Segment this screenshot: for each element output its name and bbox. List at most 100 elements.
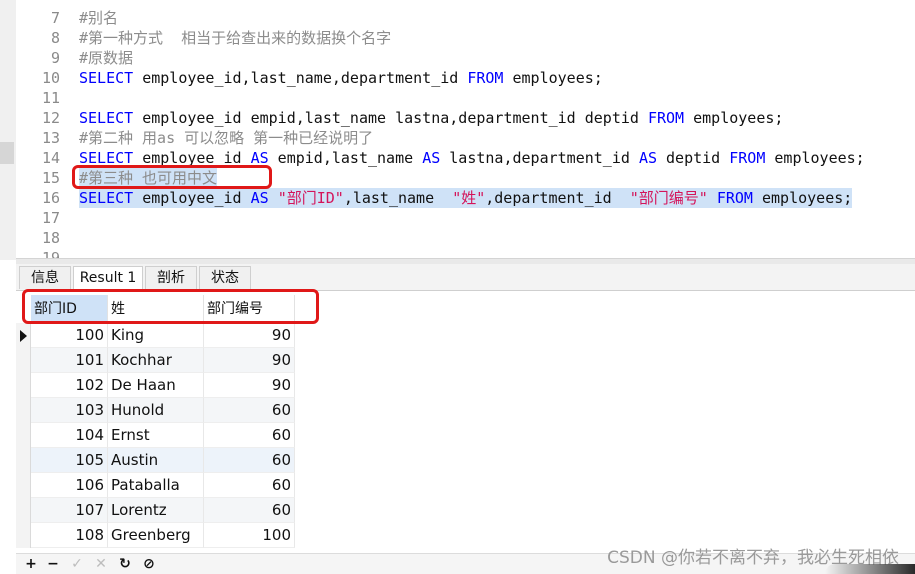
code-text: #第二种 用as 可以忽略 第一种已经说明了 <box>79 128 373 148</box>
table-row[interactable]: 103 Hunold 60 <box>16 398 316 423</box>
table-row[interactable]: 102 De Haan 90 <box>16 373 316 398</box>
line-number: 8 <box>50 29 60 47</box>
row-header[interactable] <box>16 373 31 398</box>
code-line[interactable]: 11 <box>0 88 915 108</box>
code-line[interactable]: 16 SELECT employee_id AS "部门ID",last_name… <box>0 188 915 208</box>
code-line[interactable]: 13 #第二种 用as 可以忽略 第一种已经说明了 <box>0 128 915 148</box>
code-text: SELECT employee_id AS empid,last_name AS… <box>79 148 865 168</box>
code-text: SELECT employee_id AS "部门ID",last_name "… <box>79 188 853 208</box>
keyword-token: AS <box>638 149 657 167</box>
cell-dept-number[interactable]: 60 <box>204 498 295 523</box>
cell-surname[interactable]: Austin <box>108 448 204 473</box>
code-line[interactable]: 10 SELECT employee_id,last_name,departmen… <box>0 68 915 88</box>
add-record-button[interactable]: + <box>22 556 40 573</box>
identifier-token: ,last_name <box>343 189 453 207</box>
cell-dept-number[interactable]: 60 <box>204 423 295 448</box>
code-line[interactable]: 9 #原数据 <box>0 48 915 68</box>
cell-dept-id[interactable]: 103 <box>31 398 108 423</box>
code-line[interactable]: 17 <box>0 208 915 228</box>
table-row[interactable]: 105 Austin 60 <box>16 448 316 473</box>
cell-dept-number[interactable]: 90 <box>204 348 295 373</box>
cell-dept-id[interactable]: 108 <box>31 523 108 548</box>
refresh-button[interactable]: ↻ <box>116 556 134 573</box>
keyword-token: FROM <box>647 109 685 127</box>
cell-surname[interactable]: De Haan <box>108 373 204 398</box>
cell-dept-number[interactable]: 90 <box>204 323 295 348</box>
tab-result-1[interactable]: Result 1 <box>73 266 143 291</box>
cell-dept-number[interactable]: 90 <box>204 373 295 398</box>
cell-dept-number[interactable]: 100 <box>204 523 295 548</box>
column-header-dept-id[interactable]: 部门ID <box>31 295 108 323</box>
cell-dept-id[interactable]: 107 <box>31 498 108 523</box>
column-header-dept-number[interactable]: 部门编号 <box>204 295 295 323</box>
tab-status[interactable]: 状态 <box>199 266 251 289</box>
code-line[interactable]: 15 #第三种 也可用中文 <box>0 168 915 188</box>
code-text: SELECT employee_id,last_name,department_… <box>79 68 603 88</box>
cell-dept-number[interactable]: 60 <box>204 398 295 423</box>
cell-surname[interactable]: Kochhar <box>108 348 204 373</box>
line-number: 9 <box>50 49 60 67</box>
cell-dept-number[interactable]: 60 <box>204 473 295 498</box>
identifier-token: employee_id <box>133 149 251 167</box>
identifier-token: employee_id <box>133 189 251 207</box>
code-line[interactable]: 14 SELECT employee_id AS empid,last_name … <box>0 148 915 168</box>
cell-surname[interactable]: King <box>108 323 204 348</box>
keyword-token: FROM <box>467 69 504 87</box>
code-text: SELECT employee_id empid,last_name lastn… <box>79 108 783 128</box>
row-header[interactable] <box>16 523 31 548</box>
code-line[interactable]: 7 #别名 <box>0 8 915 28</box>
code-text: #原数据 <box>79 48 133 68</box>
row-header[interactable] <box>16 423 31 448</box>
cell-dept-id[interactable]: 100 <box>31 323 108 348</box>
cell-surname[interactable]: Lorentz <box>108 498 204 523</box>
row-header[interactable] <box>16 323 31 348</box>
discard-changes-button[interactable]: ✕ <box>92 556 110 573</box>
cell-dept-id[interactable]: 101 <box>31 348 108 373</box>
sql-editor[interactable]: 7 #别名 8 #第一种方式 相当于给查出来的数据换个名字 9 #原数据 10 SELECT … <box>0 0 915 260</box>
identifier-token <box>708 189 717 207</box>
cell-surname[interactable]: Pataballa <box>108 473 204 498</box>
cell-dept-number[interactable]: 60 <box>204 448 295 473</box>
cell-dept-id[interactable]: 104 <box>31 423 108 448</box>
table-row[interactable]: 106 Pataballa 60 <box>16 473 316 498</box>
code-line[interactable]: 12 SELECT employee_id empid,last_name las… <box>0 108 915 128</box>
row-header[interactable] <box>16 498 31 523</box>
identifier-token: employees; <box>503 69 603 87</box>
string-token: "部门编号" <box>629 189 708 207</box>
table-row[interactable]: 104 Ernst 60 <box>16 423 316 448</box>
tab-info[interactable]: 信息 <box>19 266 71 289</box>
tab-profile[interactable]: 剖析 <box>145 266 197 289</box>
apply-changes-button[interactable]: ✓ <box>68 556 86 573</box>
row-header[interactable] <box>16 398 31 423</box>
stop-button[interactable]: ⊘ <box>140 556 158 573</box>
keyword-token: AS <box>250 149 269 167</box>
comment-token: #原数据 <box>79 49 134 67</box>
keyword-token: SELECT <box>79 189 134 207</box>
table-row[interactable]: 108 Greenberg 100 <box>16 523 316 548</box>
cell-surname[interactable]: Ernst <box>108 423 204 448</box>
identifier-token <box>269 189 278 207</box>
grid-header: 部门ID 姓 部门编号 <box>16 295 316 323</box>
cell-surname[interactable]: Hunold <box>108 398 204 423</box>
row-header[interactable] <box>16 473 31 498</box>
identifier-token: empid,last_name <box>268 149 423 167</box>
row-header[interactable] <box>16 348 31 373</box>
table-row[interactable]: 101 Kochhar 90 <box>16 348 316 373</box>
comment-token: #第二种 用as 可以忽略 第一种已经说明了 <box>79 129 374 147</box>
row-header[interactable] <box>16 448 31 473</box>
code-line[interactable]: 18 <box>0 228 915 248</box>
line-number: 16 <box>41 189 60 207</box>
cell-dept-id[interactable]: 106 <box>31 473 108 498</box>
table-row[interactable]: 107 Lorentz 60 <box>16 498 316 523</box>
comment-token: #别名 <box>79 9 119 27</box>
column-header-surname[interactable]: 姓 <box>108 295 204 323</box>
delete-record-button[interactable]: − <box>44 556 62 573</box>
line-number: 10 <box>41 69 60 87</box>
result-tabbar: 信息 Result 1 剖析 状态 <box>16 264 915 291</box>
code-line[interactable]: 8 #第一种方式 相当于给查出来的数据换个名字 <box>0 28 915 48</box>
table-row[interactable]: 100 King 90 <box>16 323 316 348</box>
result-grid[interactable]: 部门ID 姓 部门编号 100 King 90 101 Kochhar 90 102 De H… <box>16 291 915 549</box>
cell-surname[interactable]: Greenberg <box>108 523 204 548</box>
cell-dept-id[interactable]: 105 <box>31 448 108 473</box>
cell-dept-id[interactable]: 102 <box>31 373 108 398</box>
